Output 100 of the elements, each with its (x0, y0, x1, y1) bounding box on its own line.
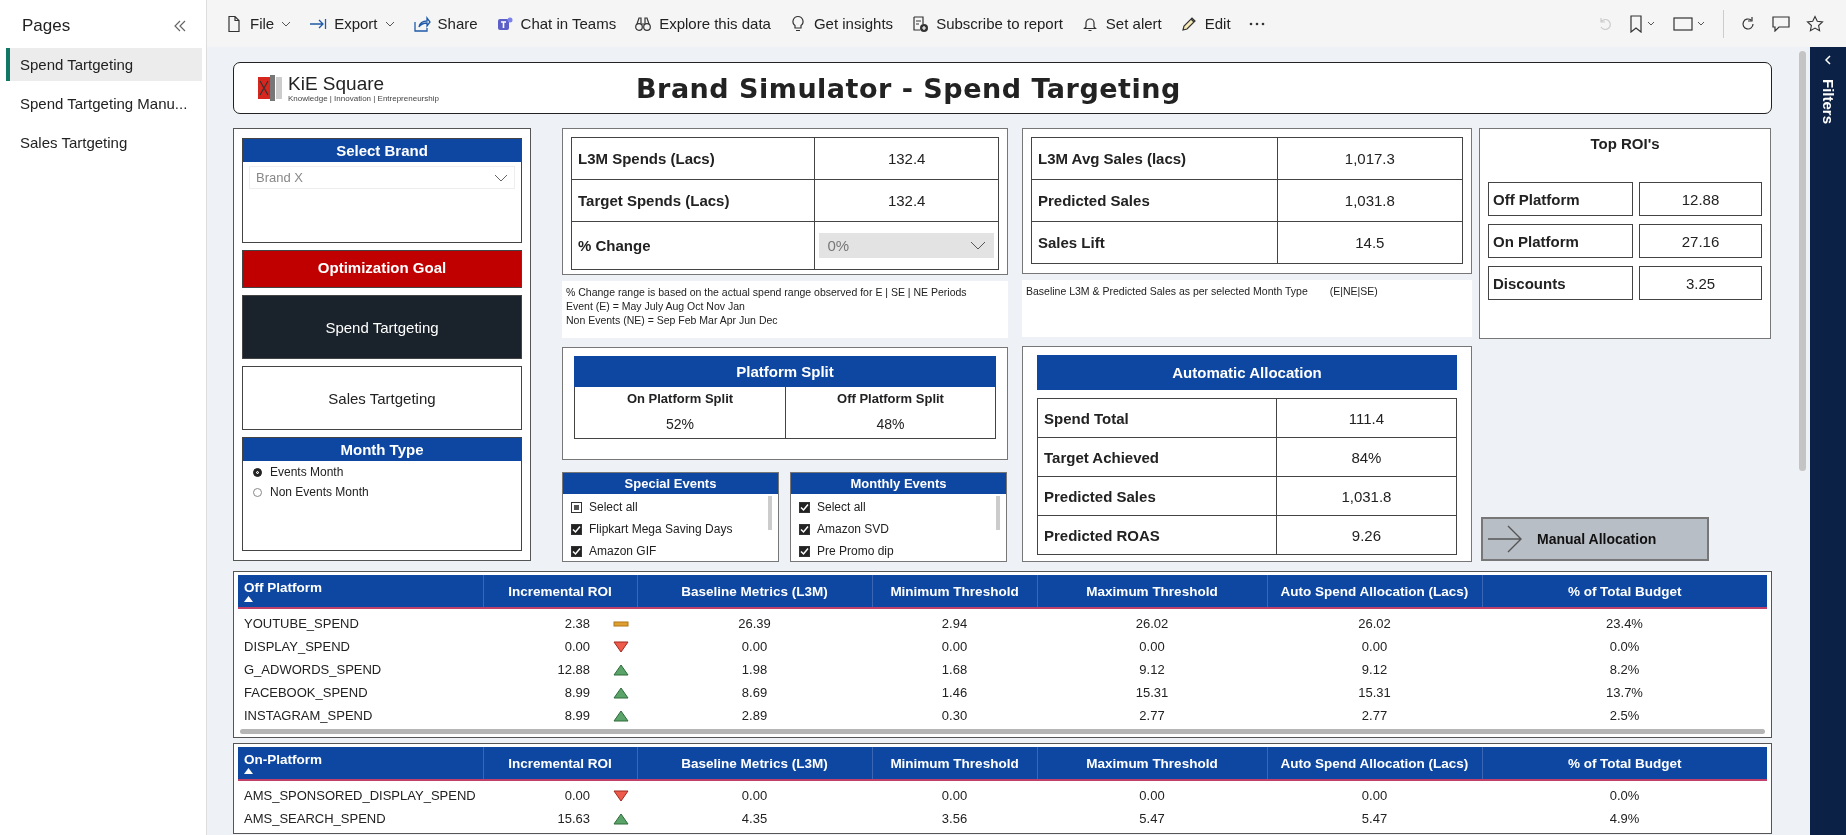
toolbar-button[interactable]: Get insights (782, 10, 900, 37)
chevron-down-icon (970, 241, 986, 250)
column-header[interactable]: % of Total Budget (1482, 747, 1767, 780)
sort-up-icon[interactable] (244, 768, 253, 774)
table-cell-text: 0.30 (940, 706, 969, 725)
table-cell-text: 15.31 (1134, 683, 1170, 702)
checkbox-label[interactable]: Select all (817, 500, 866, 514)
collapse-icon[interactable] (174, 20, 186, 32)
column-header[interactable]: Minimum Threshold (872, 747, 1037, 780)
split-value: 52% (666, 415, 694, 432)
table-cell: YOUTUBE_SPEND (238, 608, 483, 635)
table-cell-text: 2.5% (1608, 706, 1641, 725)
toolbar-button[interactable]: File (219, 10, 298, 37)
radio-label[interactable]: Events Month (270, 465, 344, 479)
optimization-goal-title: Optimization Goal (242, 250, 522, 288)
scrollbar[interactable] (1799, 51, 1806, 471)
checked-checkbox[interactable] (799, 545, 810, 557)
star-icon[interactable] (1806, 14, 1824, 33)
table-cell-text: 2.89 (740, 706, 769, 725)
percent-change-dropdown[interactable]: 0% (819, 233, 994, 258)
column-header[interactable]: Baseline Metrics (L3M) (637, 575, 872, 608)
kpi-value: 14.5 (1277, 221, 1463, 264)
kpi-label: L3M Spends (Lacs) (571, 137, 815, 180)
sort-up-icon[interactable] (244, 596, 253, 602)
column-header[interactable]: Maximum Threshold (1037, 747, 1267, 780)
toolbar-button[interactable]: Export (303, 10, 401, 37)
checked-checkbox[interactable] (571, 545, 582, 557)
table-cell-text: 0.00 (1138, 637, 1166, 656)
table-cell: 0.00 (872, 780, 1037, 807)
more-icon[interactable] (1248, 21, 1265, 26)
kpi-label: Predicted Sales (1031, 179, 1278, 222)
kpi-value: 132.4 (814, 179, 999, 222)
comment-icon[interactable] (1772, 15, 1790, 32)
slicer-title: Month Type (243, 438, 521, 461)
column-header[interactable]: Baseline Metrics (L3M) (637, 747, 872, 780)
partial-checkbox[interactable] (571, 501, 582, 513)
table-cell-text: FACEBOOK_SPEND (243, 683, 369, 702)
toolbar-button[interactable]: Edit (1173, 10, 1237, 37)
checked-checkbox[interactable] (571, 523, 582, 535)
refresh-icon[interactable] (1740, 15, 1756, 32)
table-cell-text: 2.77 (1360, 706, 1389, 725)
kpi-label: Spend Total (1037, 398, 1277, 438)
scrollbar[interactable] (240, 729, 1765, 734)
split-label: On Platform Split (626, 390, 734, 406)
table-cell-text: 2.77 (1138, 706, 1166, 725)
checkbox-label[interactable]: Pre Promo dip (817, 544, 894, 558)
page-item[interactable]: Spend Tartgeting Manu... (6, 87, 202, 120)
table-cell: 0.0% (1482, 780, 1767, 807)
subscribe-icon (911, 14, 930, 33)
column-header[interactable]: Minimum Threshold (872, 575, 1037, 608)
toolbar-button[interactable]: Subscribe to report (905, 10, 1069, 37)
column-header[interactable]: Auto Spend Allocation (Lacs) (1267, 575, 1482, 608)
checkbox-label[interactable]: Amazon SVD (817, 522, 890, 536)
radio-label[interactable]: Non Events Month (270, 485, 369, 499)
bookmark-icon[interactable] (1629, 14, 1657, 33)
table-cell-text: 4.9% (1608, 809, 1641, 828)
note-text: % Change range is based on the actual spend range observed for E | SE | NE Periods (566, 285, 968, 299)
goal-button[interactable]: Sales Tartgeting (242, 366, 522, 430)
roi-label: On Platform (1488, 224, 1633, 258)
binoculars-icon (634, 14, 653, 33)
kpi-label: L3M Avg Sales (lacs) (1031, 137, 1278, 180)
table-cell-text: 8.69 (740, 683, 769, 702)
expand-icon[interactable] (1823, 55, 1833, 65)
table-cell-text: 15.31 (1357, 683, 1392, 702)
toolbar-button[interactable]: Chat in Teams (489, 10, 623, 37)
manual-allocation-button[interactable]: Manual Allocation (1481, 517, 1709, 561)
page-item[interactable]: Spend Tartgeting (6, 48, 202, 81)
table-cell-text: 5.47 (1360, 809, 1389, 828)
checkbox-label[interactable]: Flipkart Mega Saving Days (589, 522, 733, 536)
checkbox-label[interactable]: Select all (589, 500, 638, 514)
note-text: Baseline L3M & Predicted Sales as per selected Month Type (1026, 284, 1308, 300)
filters-pane[interactable]: Filters (1810, 47, 1846, 835)
table-cell-text: 15.63 (556, 809, 591, 828)
table-cell-text: 8.99 (563, 706, 591, 725)
goal-button[interactable]: Spend Tartgeting (242, 295, 522, 359)
scrollbar[interactable] (996, 496, 1000, 530)
column-header[interactable]: Maximum Threshold (1037, 575, 1267, 608)
checked-checkbox[interactable] (799, 501, 810, 513)
toolbar-button[interactable]: Set alert (1074, 10, 1168, 37)
checkbox-label[interactable]: Amazon GIF (589, 544, 657, 558)
table-cell: 0.00 (1037, 780, 1267, 807)
card-title: Platform Split (574, 355, 996, 387)
note-text: Non Events (NE) = Sep Feb Mar Apr Jun Dec (566, 313, 779, 327)
page-item[interactable]: Sales Tartgeting (6, 126, 202, 159)
arrow-right-icon (1487, 525, 1523, 553)
table-cell-text: 5.47 (1138, 809, 1166, 828)
view-icon[interactable] (1673, 14, 1707, 33)
table-cell-text: 8.2% (1608, 660, 1641, 679)
table-cell-text: G_ADWORDS_SPEND (243, 660, 383, 679)
checked-checkbox[interactable] (799, 523, 810, 535)
column-header[interactable]: Auto Spend Allocation (Lacs) (1267, 747, 1482, 780)
toolbar-button[interactable]: Share (406, 10, 484, 37)
column-header[interactable]: Incremental ROI (483, 747, 637, 780)
column-header[interactable]: % of Total Budget (1482, 575, 1767, 608)
toolbar-button[interactable]: Explore this data (628, 10, 777, 37)
radio-button[interactable] (253, 467, 262, 477)
table-cell: 0.00 (637, 780, 872, 807)
brand-dropdown[interactable]: Brand X (249, 166, 515, 189)
column-header[interactable]: Incremental ROI (483, 575, 637, 608)
scrollbar[interactable] (768, 496, 772, 530)
